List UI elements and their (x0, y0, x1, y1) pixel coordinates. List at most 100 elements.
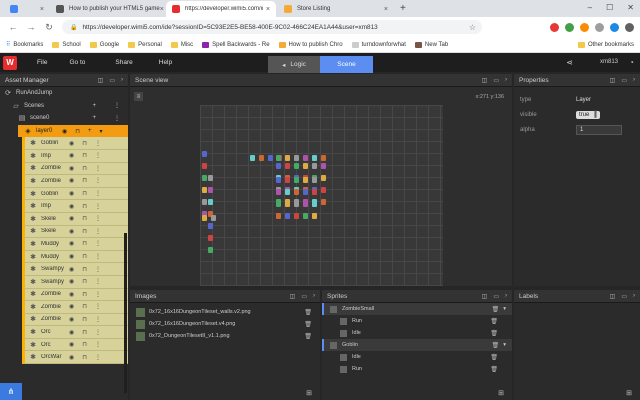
extension-icon[interactable] (595, 22, 604, 32)
star-icon[interactable]: ☆ (469, 23, 476, 32)
scene-tab[interactable]: Scene (320, 56, 373, 73)
scene-sprite[interactable] (202, 175, 207, 181)
panel-split-icon[interactable]: ◫ (482, 77, 488, 84)
tab-close-icon[interactable]: × (160, 6, 164, 13)
more-icon[interactable]: ⋮ (95, 228, 101, 235)
sprite-animation[interactable]: Idle 🗑 (322, 351, 512, 363)
forward-icon[interactable]: → (26, 22, 36, 32)
lock-icon[interactable]: ⊓ (82, 291, 87, 298)
share-icon[interactable]: ⋖ (566, 58, 573, 67)
trash-icon[interactable]: 🗑 (304, 333, 312, 340)
scene-sprite[interactable] (276, 213, 281, 219)
scene-sprite[interactable] (294, 177, 299, 183)
add-sprite-icon[interactable]: ⊞ (498, 389, 504, 397)
minimize-icon[interactable]: – (588, 3, 592, 12)
more-icon[interactable]: ⋮ (95, 341, 101, 348)
tab-close-icon[interactable]: × (384, 6, 388, 13)
scene-sprite[interactable] (294, 201, 299, 207)
lock-icon[interactable]: ⊓ (82, 152, 87, 159)
scene-sprite[interactable] (285, 155, 290, 161)
scene-sprite[interactable] (294, 163, 299, 169)
object-row[interactable]: ✱ Swampy ◉ ⊓ ⋮ (22, 263, 128, 276)
browser-tab-store[interactable]: Store Listing × (278, 1, 394, 17)
more-icon[interactable]: ⋮ (95, 152, 101, 159)
panel-collapse-icon[interactable]: › (121, 77, 123, 84)
scene-sprite[interactable] (303, 163, 308, 169)
scene-sprite[interactable] (268, 155, 273, 161)
image-file-row[interactable]: 0x72_DungeonTilesetII_v1.1.png 🗑 (130, 330, 320, 342)
add-label-icon[interactable]: ⊞ (626, 389, 632, 397)
scene-sprite[interactable] (276, 201, 281, 207)
scene-sprite[interactable] (208, 187, 213, 193)
menu-help[interactable]: Help (159, 59, 172, 66)
new-tab-button[interactable]: + (400, 3, 406, 14)
upload-image-icon[interactable]: ⊞ (306, 389, 312, 397)
scene-sprite[interactable] (285, 213, 290, 219)
scene-sprite[interactable] (285, 163, 290, 169)
share-fab-button[interactable]: ⋔ (0, 383, 22, 400)
more-icon[interactable]: ⋮ (114, 102, 120, 109)
scene-sprite[interactable] (312, 201, 317, 207)
menu-goto[interactable]: Go to (69, 59, 85, 66)
username[interactable]: xm813 (600, 59, 618, 65)
eye-icon[interactable]: ◉ (69, 215, 74, 222)
lock-icon[interactable]: ⊓ (82, 190, 87, 197)
tab-close-icon[interactable]: × (266, 6, 270, 13)
object-row[interactable]: ✱ Goblin ◉ ⊓ ⋮ (22, 187, 128, 201)
extension-icon[interactable] (565, 22, 574, 32)
scene-sprite[interactable] (285, 177, 290, 183)
image-file-row[interactable]: 0x72_16x16DungeonTileset.v4.png 🗑 (130, 318, 320, 330)
scene-sprite[interactable] (321, 187, 326, 193)
panel-minimize-icon[interactable]: ▭ (109, 77, 115, 84)
bookmark-personal[interactable]: Personal (128, 41, 162, 48)
trash-icon[interactable]: 🗑 (304, 321, 312, 328)
more-icon[interactable]: ⋮ (95, 316, 101, 323)
sprite-group[interactable]: ZombieSmall 🗑 ▾ (322, 303, 512, 315)
more-icon[interactable]: ⋮ (95, 165, 101, 172)
panel-minimize-icon[interactable]: ▭ (493, 293, 499, 300)
scene-sprite[interactable] (303, 189, 308, 195)
scene-sprite[interactable] (312, 213, 317, 219)
scene-sprite[interactable] (285, 189, 290, 195)
eye-icon[interactable]: ◉ (69, 190, 74, 197)
panel-minimize-icon[interactable]: ▭ (493, 77, 499, 84)
panel-collapse-icon[interactable]: › (633, 293, 635, 300)
object-row[interactable]: ✱ Orc ◉ ⊓ ⋮ (22, 326, 128, 339)
back-icon[interactable]: ← (8, 22, 18, 32)
logic-tab[interactable]: ◂ Logic (268, 56, 320, 73)
scene-row[interactable]: ▤ scene0 + ⋮ (0, 112, 128, 125)
object-row[interactable]: ✱ Skele ◉ ⊓ ⋮ (22, 212, 128, 226)
scene-sprite[interactable] (208, 235, 213, 241)
scene-sprite[interactable] (211, 215, 216, 221)
scene-sprite[interactable] (202, 199, 207, 205)
scene-sprite[interactable] (303, 213, 308, 219)
menu-kebab-icon[interactable] (625, 22, 634, 32)
bookmark-publish[interactable]: How to publish Chro (278, 41, 343, 48)
extension-icon[interactable] (580, 22, 589, 32)
scenes-row[interactable]: ▱ Scenes + ⋮ (0, 100, 128, 113)
lock-icon[interactable]: ⊓ (82, 329, 87, 336)
more-icon[interactable]: ⋮ (95, 240, 101, 247)
eye-icon[interactable]: ◉ (69, 341, 74, 348)
object-row[interactable]: ✱ OrcWar ◉ ⊓ ⋮ (22, 351, 128, 365)
trash-icon[interactable]: 🗑 (490, 318, 498, 325)
bookmark-apps[interactable]: ⠿ Bookmarks (6, 41, 43, 49)
eye-icon[interactable]: ◉ (62, 128, 67, 135)
panel-split-icon[interactable]: ◫ (610, 77, 616, 84)
panel-collapse-icon[interactable]: › (505, 77, 507, 84)
eye-icon[interactable]: ◉ (69, 291, 74, 298)
lock-icon[interactable]: ⊓ (82, 228, 87, 235)
sprite-animation[interactable]: Run 🗑 (322, 315, 512, 327)
scene-sprite[interactable] (312, 177, 317, 183)
object-row[interactable]: ✱ Muddy ◉ ⊓ ⋮ (22, 238, 128, 251)
scene-sprite[interactable] (202, 215, 207, 221)
eye-icon[interactable]: ◉ (69, 203, 74, 210)
more-icon[interactable]: ⋮ (95, 190, 101, 197)
lock-icon[interactable]: ⊓ (82, 177, 87, 184)
scene-sprite[interactable] (208, 223, 213, 229)
object-row[interactable]: ✱ Imp ◉ ⊓ ⋮ (22, 200, 128, 213)
scene-sprite[interactable] (294, 213, 299, 219)
more-icon[interactable]: ⋮ (95, 303, 101, 310)
scene-canvas[interactable] (200, 105, 443, 286)
user-icon[interactable]: ◔ (629, 58, 634, 67)
